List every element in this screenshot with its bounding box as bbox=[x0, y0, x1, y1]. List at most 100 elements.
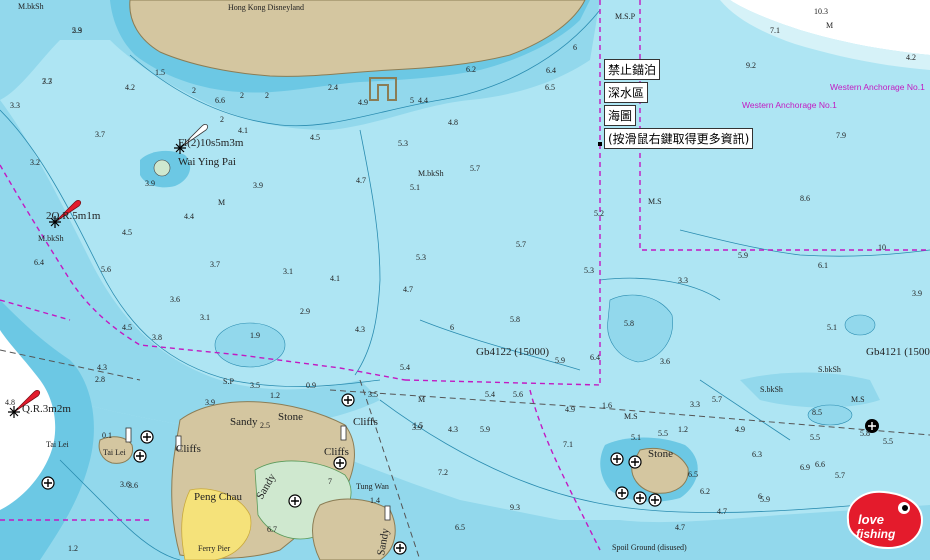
sounding: 6.9 bbox=[800, 463, 810, 472]
label-western-anchorage-1a: Western Anchorage No.1 bbox=[830, 82, 925, 92]
sounding: 0.9 bbox=[306, 381, 316, 390]
sounding: 2 bbox=[265, 91, 269, 100]
sounding: 2 bbox=[192, 86, 196, 95]
sounding: 2.4 bbox=[328, 83, 338, 92]
sounding: 3.9 bbox=[253, 181, 263, 190]
sounding: 8.5 bbox=[812, 408, 822, 417]
sounding: 6.6 bbox=[815, 460, 825, 469]
label-western-anchorage-1b: Western Anchorage No.1 bbox=[742, 100, 837, 110]
svg-text:M: M bbox=[826, 21, 833, 30]
sounding: 7.7 bbox=[42, 77, 52, 86]
sounding: 5.7 bbox=[835, 471, 845, 480]
sounding: 5.7 bbox=[712, 395, 722, 404]
shoal-south-west bbox=[214, 322, 286, 368]
svg-text:M.S: M.S bbox=[851, 395, 865, 404]
sounding: 4.9 bbox=[565, 405, 575, 414]
sounding: 5.6 bbox=[101, 265, 111, 274]
label-cliffs-2: Cliffs bbox=[176, 443, 201, 455]
sounding: 4.2 bbox=[125, 83, 135, 92]
sounding: 5.8 bbox=[510, 315, 520, 324]
sounding: 3.9 bbox=[205, 398, 215, 407]
label-peng-chau: Peng Chau bbox=[194, 491, 242, 503]
label-spoil-ground: Spoil Ground (disused) bbox=[612, 543, 687, 552]
sounding: 4.7 bbox=[356, 176, 366, 185]
svg-text:S.P: S.P bbox=[223, 377, 234, 386]
sounding: 5.2 bbox=[594, 209, 604, 218]
svg-text:love: love bbox=[858, 512, 884, 527]
sounding: 5.6 bbox=[513, 390, 523, 399]
sounding: 5.4 bbox=[485, 390, 495, 399]
svg-text:M.S: M.S bbox=[624, 412, 638, 421]
sounding: 6.3 bbox=[752, 450, 762, 459]
context-menu-item-deep-water[interactable]: 深水區 bbox=[604, 82, 649, 103]
sounding: 4.3 bbox=[355, 325, 365, 334]
sounding: 3.7 bbox=[95, 130, 105, 139]
label-stone-2: Stone bbox=[648, 448, 673, 460]
svg-text:M.bkSh: M.bkSh bbox=[418, 169, 444, 178]
sounding: 6.4 bbox=[590, 353, 600, 362]
sounding: 3.6 bbox=[660, 357, 670, 366]
label-cliffs-1: Cliffs bbox=[353, 416, 378, 428]
label-tung-wan: Tung Wan bbox=[356, 482, 389, 491]
sounding: 10.3 bbox=[814, 7, 828, 16]
svg-text:M.bkSh: M.bkSh bbox=[18, 2, 44, 11]
sounding: 5.7 bbox=[470, 164, 480, 173]
sounding: 5.5 bbox=[883, 437, 893, 446]
sounding: 5.7 bbox=[516, 240, 526, 249]
label-tai-lei-1: Tai Lei bbox=[46, 440, 70, 449]
sounding: 6.5 bbox=[455, 523, 465, 532]
sounding: 7.9 bbox=[836, 131, 846, 140]
sounding: 6.2 bbox=[700, 487, 710, 496]
sounding: 8.6 bbox=[800, 194, 810, 203]
sounding: 3.9 bbox=[912, 289, 922, 298]
sounding: 5.1 bbox=[827, 323, 837, 332]
label-light-tai-lei: Q.R.3m2m bbox=[22, 403, 71, 415]
sounding: 3.9 bbox=[145, 179, 155, 188]
sounding: 1.2 bbox=[270, 391, 280, 400]
sounding: 6.4 bbox=[34, 258, 44, 267]
sounding: 4.9 bbox=[735, 425, 745, 434]
sounding: 5.9 bbox=[555, 356, 565, 365]
sounding: 7.1 bbox=[770, 26, 780, 35]
sounding: 4.5 bbox=[122, 228, 132, 237]
nautical-chart[interactable]: Hong Kong Disneyland Wai Ying Pai Tai Le… bbox=[0, 0, 930, 560]
sounding: 1.2 bbox=[68, 544, 78, 553]
label-sandy-1: Sandy bbox=[230, 416, 258, 428]
sounding: 4.1 bbox=[330, 274, 340, 283]
sounding: 3.1 bbox=[200, 313, 210, 322]
label-light-west: 2Q.R.5m1m bbox=[46, 210, 101, 222]
sounding: 2.5 bbox=[260, 421, 270, 430]
sounding: 7.1 bbox=[563, 440, 573, 449]
sounding: 3.6 bbox=[170, 295, 180, 304]
sounding: 10 bbox=[878, 243, 886, 252]
context-menu-item-more-info[interactable]: (按滑鼠右鍵取得更多資訊) bbox=[604, 128, 754, 149]
svg-text:fishing: fishing bbox=[856, 527, 896, 541]
sounding: 4.5 bbox=[310, 133, 320, 142]
sounding: 5.3 bbox=[416, 253, 426, 262]
label-disneyland: Hong Kong Disneyland bbox=[228, 3, 304, 12]
sounding: 5.3 bbox=[584, 266, 594, 275]
sounding: 5.3 bbox=[398, 139, 408, 148]
label-light-wai-ying: Fl(2)10s5m3m bbox=[178, 137, 244, 149]
love-fishing-logo: love fishing bbox=[846, 490, 924, 550]
svg-text:M.S.P: M.S.P bbox=[615, 12, 636, 21]
label-chart-gb4121: Gb4121 (15000) bbox=[866, 346, 930, 358]
sounding: 3.3 bbox=[10, 101, 20, 110]
sounding: 6.4 bbox=[546, 66, 556, 75]
context-menu-item-chart[interactable]: 海圖 bbox=[604, 105, 637, 126]
sounding: 4.7 bbox=[675, 523, 685, 532]
label-ferry-pier: Ferry Pier bbox=[198, 544, 231, 553]
sounding: 6.1 bbox=[818, 261, 828, 270]
sounding: 4.3 bbox=[97, 363, 107, 372]
wai-ying-pai-rock bbox=[153, 159, 171, 177]
svg-text:M: M bbox=[418, 395, 425, 404]
svg-text:S.bkSh: S.bkSh bbox=[818, 365, 841, 374]
svg-text:M: M bbox=[218, 198, 225, 207]
sounding: 6.5 bbox=[545, 83, 555, 92]
context-menu-item-no-anchoring[interactable]: 禁止錨泊 bbox=[604, 59, 661, 80]
sounding: 5.3 bbox=[72, 26, 82, 35]
label-stone-1: Stone bbox=[278, 411, 303, 423]
sounding: 5.1 bbox=[631, 433, 641, 442]
sounding: 5.5 bbox=[658, 429, 668, 438]
sounding: 9.3 bbox=[510, 503, 520, 512]
